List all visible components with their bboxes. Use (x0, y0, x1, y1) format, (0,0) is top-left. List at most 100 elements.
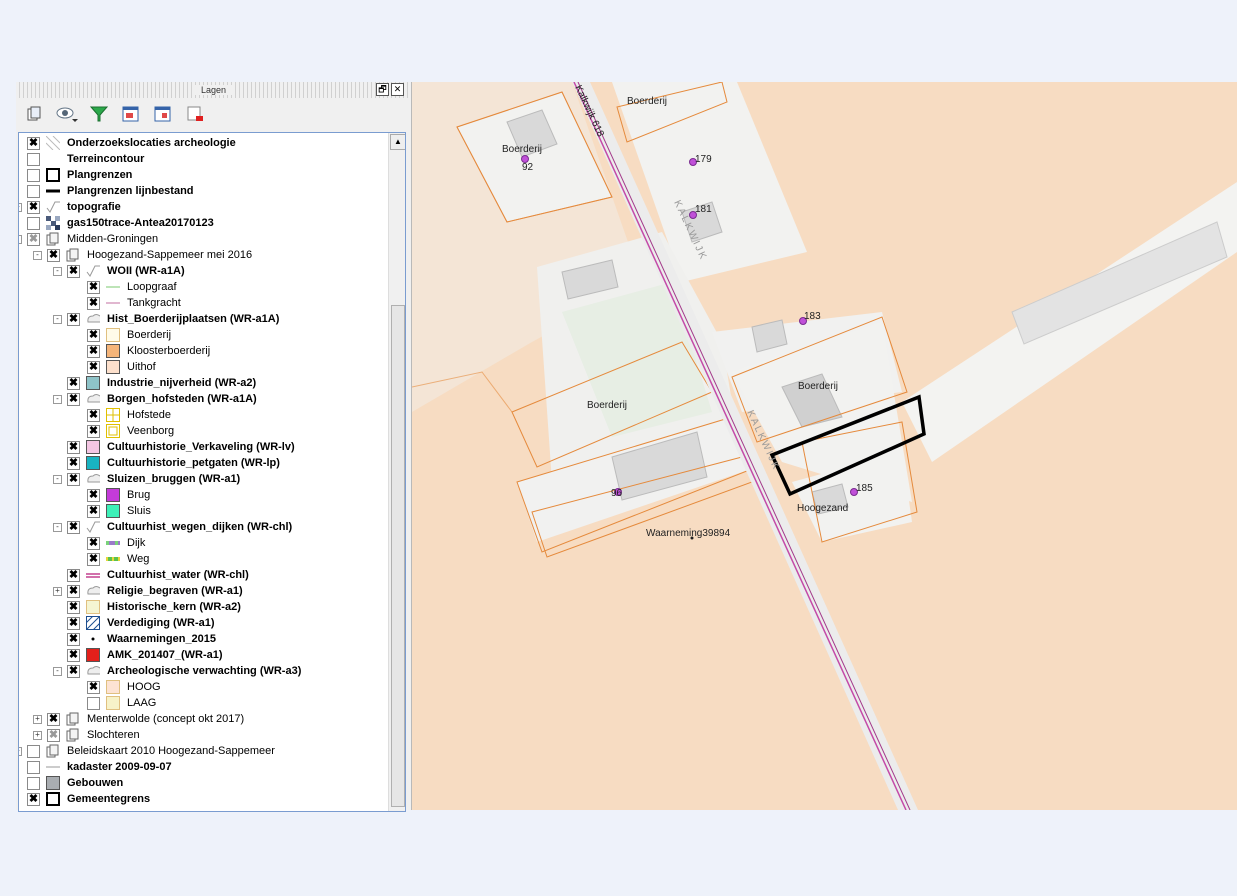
layer-visibility-checkbox[interactable] (27, 169, 40, 182)
layer-visibility-checkbox[interactable]: ✖ (87, 329, 100, 342)
layer-row[interactable]: ✖ Historische_kern (WR-a2) (19, 599, 387, 615)
layer-visibility-checkbox[interactable]: ✖ (67, 665, 80, 678)
layer-visibility-checkbox[interactable] (87, 697, 100, 710)
layer-visibility-checkbox[interactable]: ✖ (87, 537, 100, 550)
layer-visibility-checkbox[interactable]: ✖ (87, 681, 100, 694)
layer-row[interactable]: - ✖ Borgen_hofsteden (WR-a1A) (19, 391, 387, 407)
layer-row[interactable]: Plangrenzen lijnbestand (19, 183, 387, 199)
float-panel-button[interactable]: 🗗 (376, 83, 389, 96)
remove-layer-button[interactable] (185, 104, 205, 124)
expand-all-button[interactable] (121, 104, 141, 124)
layer-row[interactable]: - ✖ Cultuurhist_wegen_dijken (WR-chl) (19, 519, 387, 535)
expand-toggle[interactable]: - (53, 523, 62, 532)
visibility-button[interactable] (56, 104, 78, 124)
layer-visibility-checkbox[interactable]: ✖ (67, 265, 80, 278)
layer-visibility-checkbox[interactable]: ✖ (67, 377, 80, 390)
expand-toggle[interactable]: - (53, 267, 62, 276)
layer-row[interactable]: Gebouwen (19, 775, 387, 791)
layer-row[interactable]: + ✖ Religie_begraven (WR-a1) (19, 583, 387, 599)
layer-row[interactable]: Terreincontour (19, 151, 387, 167)
layer-row[interactable]: ✖ Loopgraaf (19, 279, 387, 295)
layer-visibility-checkbox[interactable] (27, 153, 40, 166)
layer-row[interactable]: + ✖ Slochteren (19, 727, 387, 743)
layer-row[interactable]: + ✖ topografie (19, 199, 387, 215)
layer-visibility-checkbox[interactable]: ✖ (67, 601, 80, 614)
layer-visibility-checkbox[interactable] (27, 777, 40, 790)
layer-row[interactable]: ✖ Industrie_nijverheid (WR-a2) (19, 375, 387, 391)
layer-row[interactable]: ✖ Weg (19, 551, 387, 567)
expand-toggle[interactable]: - (19, 235, 22, 244)
layer-visibility-checkbox[interactable]: ✖ (27, 201, 40, 214)
layer-row[interactable]: ✖ Hofstede (19, 407, 387, 423)
layer-row[interactable]: ✖ AMK_201407_(WR-a1) (19, 647, 387, 663)
expand-toggle[interactable]: + (53, 587, 62, 596)
layer-visibility-checkbox[interactable]: ✖ (47, 713, 60, 726)
add-group-button[interactable] (24, 104, 44, 124)
expand-toggle[interactable]: + (19, 747, 22, 756)
expand-toggle[interactable]: - (53, 667, 62, 676)
filter-button[interactable] (89, 104, 109, 124)
layer-row[interactable]: ✖ Uithof (19, 359, 387, 375)
layer-row[interactable]: ✖ Kloosterboerderij (19, 343, 387, 359)
expand-toggle[interactable]: + (33, 731, 42, 740)
layer-visibility-checkbox[interactable]: ✖ (67, 457, 80, 470)
layer-visibility-checkbox[interactable]: ✖ (67, 393, 80, 406)
layer-row[interactable]: ✖ HOOG (19, 679, 387, 695)
layer-row[interactable]: ✖ Verdediging (WR-a1) (19, 615, 387, 631)
layer-row[interactable]: ✖ Dijk (19, 535, 387, 551)
layer-row[interactable]: ✖ Sluis (19, 503, 387, 519)
collapse-all-button[interactable] (153, 104, 173, 124)
layer-visibility-checkbox[interactable]: ✖ (87, 425, 100, 438)
layer-visibility-checkbox[interactable]: ✖ (67, 585, 80, 598)
layer-row[interactable]: - ✖ Sluizen_bruggen (WR-a1) (19, 471, 387, 487)
layer-visibility-checkbox[interactable]: ✖ (67, 633, 80, 646)
layer-visibility-checkbox[interactable]: ✖ (67, 441, 80, 454)
layer-row[interactable]: ✖ Brug (19, 487, 387, 503)
layer-visibility-checkbox[interactable]: ✖ (87, 345, 100, 358)
layer-row[interactable]: ✖ Veenborg (19, 423, 387, 439)
map-canvas[interactable]: Boerderij Boerderij 92 179 181 183 Boerd… (412, 82, 1237, 810)
expand-toggle[interactable]: - (53, 395, 62, 404)
layer-row[interactable]: ✖ Cultuurhist_water (WR-chl) (19, 567, 387, 583)
panel-title-bar[interactable]: Lagen (16, 82, 411, 98)
layer-visibility-checkbox[interactable]: ✖ (87, 553, 100, 566)
layer-visibility-checkbox[interactable]: ✖ (27, 137, 40, 150)
layer-visibility-checkbox[interactable]: ✖ (87, 489, 100, 502)
tree-scrollbar[interactable]: ▲ (388, 133, 405, 811)
layer-visibility-checkbox[interactable]: ✖ (27, 233, 40, 246)
layer-row[interactable]: ✖ Gemeentegrens (19, 791, 387, 807)
layer-row[interactable]: + ✖ Menterwolde (concept okt 2017) (19, 711, 387, 727)
expand-toggle[interactable]: - (33, 251, 42, 260)
layer-visibility-checkbox[interactable]: ✖ (27, 793, 40, 806)
layer-visibility-checkbox[interactable] (27, 217, 40, 230)
layer-visibility-checkbox[interactable]: ✖ (67, 313, 80, 326)
expand-toggle[interactable]: + (33, 715, 42, 724)
layer-row[interactable]: -✖ Midden-Groningen (19, 231, 387, 247)
expand-toggle[interactable]: - (53, 475, 62, 484)
layer-visibility-checkbox[interactable]: ✖ (67, 617, 80, 630)
expand-toggle[interactable]: - (53, 315, 62, 324)
layer-row[interactable]: ✖ Waarnemingen_2015 (19, 631, 387, 647)
map-svg[interactable]: Boerderij Boerderij 92 179 181 183 Boerd… (412, 82, 1237, 810)
layer-row[interactable]: - ✖ WOII (WR-a1A) (19, 263, 387, 279)
layer-visibility-checkbox[interactable] (27, 185, 40, 198)
layer-visibility-checkbox[interactable]: ✖ (87, 505, 100, 518)
layer-visibility-checkbox[interactable] (27, 761, 40, 774)
layer-visibility-checkbox[interactable]: ✖ (87, 297, 100, 310)
layer-row[interactable]: LAAG (19, 695, 387, 711)
layer-row[interactable]: + Beleidskaart 2010 Hoogezand-Sappemeer (19, 743, 387, 759)
layer-visibility-checkbox[interactable]: ✖ (47, 249, 60, 262)
layer-visibility-checkbox[interactable]: ✖ (67, 649, 80, 662)
layer-visibility-checkbox[interactable]: ✖ (67, 569, 80, 582)
layer-row[interactable]: ✖ Cultuurhistorie_Verkaveling (WR-lv) (19, 439, 387, 455)
layer-row[interactable]: kadaster 2009-09-07 (19, 759, 387, 775)
layer-row[interactable]: ✖ Boerderij (19, 327, 387, 343)
scroll-up-button[interactable]: ▲ (390, 134, 405, 150)
layer-row[interactable]: - ✖ Hoogezand-Sappemeer mei 2016 (19, 247, 387, 263)
scroll-thumb[interactable] (391, 305, 405, 807)
layer-visibility-checkbox[interactable]: ✖ (87, 409, 100, 422)
layer-visibility-checkbox[interactable]: ✖ (87, 361, 100, 374)
layer-visibility-checkbox[interactable]: ✖ (67, 521, 80, 534)
layer-visibility-checkbox[interactable]: ✖ (87, 281, 100, 294)
layer-row[interactable]: - ✖ Hist_Boerderijplaatsen (WR-a1A) (19, 311, 387, 327)
